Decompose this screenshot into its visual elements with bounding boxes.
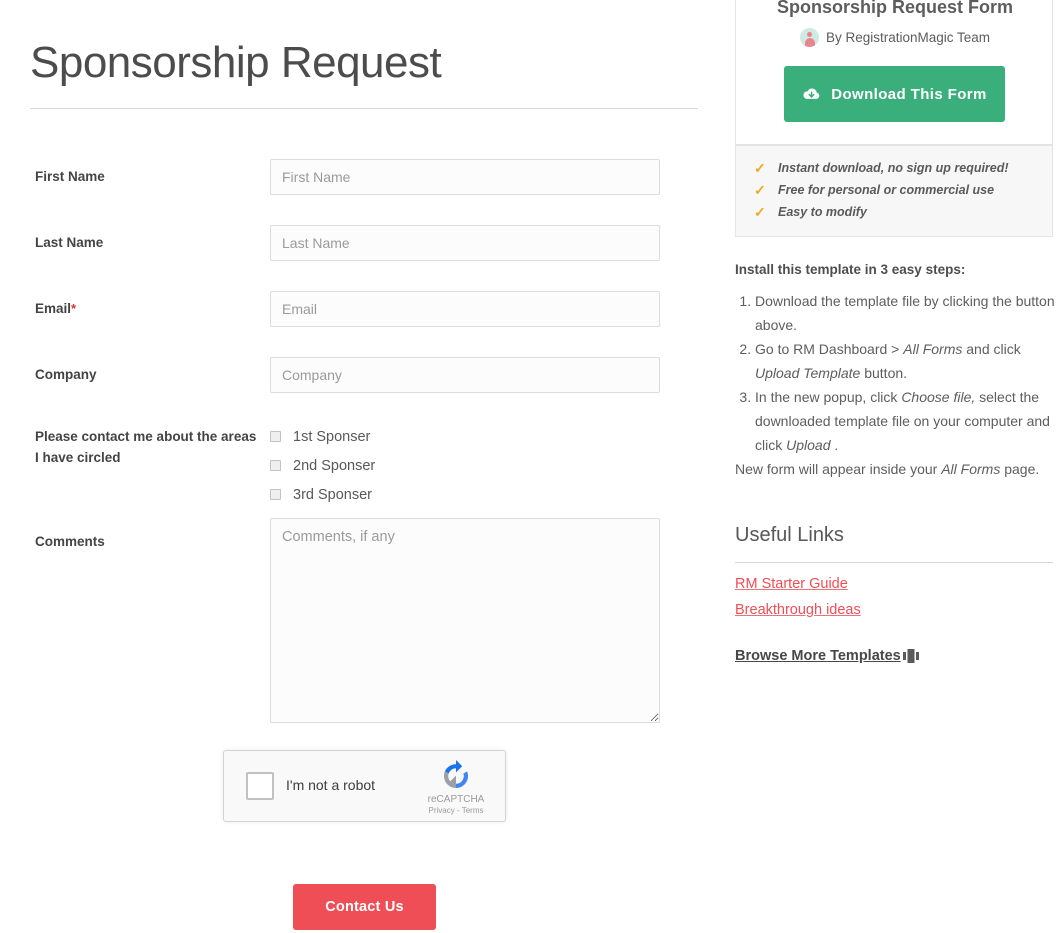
link-breakthrough-ideas[interactable]: Breakthrough ideas — [735, 602, 861, 618]
template-author-name: By RegistrationMagic Team — [825, 30, 991, 45]
install-footer-part-b: page. — [1000, 461, 1040, 477]
install-step-3-part-c: . — [830, 437, 839, 453]
recaptcha-label: I'm not a robot — [286, 777, 376, 793]
install-step-1: Download the template file by clicking t… — [755, 289, 1055, 337]
install-step-3-emphasis-1: Choose file, — [901, 389, 976, 405]
feature-text: Free for personal or commercial use — [778, 183, 995, 197]
recaptcha-brand-name: reCAPTCHA — [427, 794, 485, 805]
install-step-2-part-c: button. — [860, 365, 908, 381]
browse-more-templates-row[interactable]: Browse More Templates — [735, 648, 1055, 664]
page-title: Sponsorship Request — [30, 38, 442, 88]
checkbox-label: 3rd Sponser — [293, 486, 372, 503]
cloud-download-icon — [803, 88, 820, 99]
form-row-email: Email* — [0, 282, 720, 348]
label-sponsor-options: Please contact me about the areas I have… — [35, 429, 257, 465]
checkbox-box-icon[interactable] — [270, 489, 281, 500]
contact-us-submit-button[interactable]: Contact Us — [293, 884, 436, 930]
required-indicator: * — [71, 301, 77, 316]
main-content-column: Sponsorship Request First Name Last Name… — [0, 0, 720, 933]
form-row-first-name: First Name — [0, 150, 720, 216]
browse-more-templates-link[interactable]: Browse More Templates — [735, 648, 901, 664]
template-info-card: Sponsorship Request Form By Registration… — [735, 0, 1053, 145]
sponsorship-request-form: First Name Last Name Email* Company Plea… — [0, 150, 720, 734]
label-first-name: First Name — [35, 169, 105, 184]
install-footer-note: New form will appear inside your All For… — [735, 457, 1055, 481]
checkbox-box-icon[interactable] — [270, 431, 281, 442]
install-step-2-part-b: and click — [962, 341, 1021, 357]
label-company: Company — [35, 367, 97, 382]
install-step-2-part-a: Go to RM Dashboard > — [755, 341, 904, 357]
install-instructions: Install this template in 3 easy steps: D… — [735, 262, 1055, 481]
label-comments: Comments — [35, 534, 105, 549]
email-input[interactable] — [270, 291, 660, 327]
checkbox-1st-sponser[interactable]: 1st Sponser — [270, 422, 375, 451]
download-button-label: Download This Form — [831, 85, 987, 103]
install-step-2: Go to RM Dashboard > All Forms and click… — [755, 337, 1055, 385]
template-sidebar: Sponsorship Request Form By Registration… — [735, 0, 1053, 237]
feature-item: ✓ Easy to modify — [754, 202, 1052, 224]
feature-item: ✓ Free for personal or commercial use — [754, 180, 1052, 202]
template-features-list: ✓ Instant download, no sign up required!… — [735, 145, 1053, 237]
label-email: Email* — [35, 298, 260, 319]
last-name-input[interactable] — [270, 225, 660, 261]
checkbox-label: 1st Sponser — [293, 428, 371, 445]
author-avatar-icon — [799, 28, 819, 47]
install-step-3-emphasis-2: Upload — [786, 437, 831, 453]
label-email-text: Email — [35, 301, 72, 316]
sponsor-checkbox-group: 1st Sponser 2nd Sponser 3rd Sponser — [270, 422, 375, 509]
install-step-2-emphasis-2: Upload Template — [755, 365, 861, 381]
install-footer-emphasis: All Forms — [941, 461, 1001, 477]
feature-text: Easy to modify — [778, 205, 867, 219]
install-step-3-part-a: In the new popup, click — [755, 389, 902, 405]
comments-textarea[interactable] — [270, 518, 660, 723]
check-icon: ✓ — [754, 160, 766, 176]
templates-grid-icon — [902, 649, 919, 663]
recaptcha-branding: reCAPTCHA Privacy - Terms — [417, 759, 495, 816]
checkbox-box-icon[interactable] — [270, 460, 281, 471]
template-title: Sponsorship Request Form — [776, 0, 1014, 17]
first-name-input[interactable] — [270, 159, 660, 195]
install-footer-part-a: New form will appear inside your — [735, 461, 942, 477]
checkbox-label: 2nd Sponser — [293, 457, 376, 474]
title-divider — [30, 108, 698, 109]
form-row-last-name: Last Name — [0, 216, 720, 282]
install-step-2-emphasis-1: All Forms — [903, 341, 963, 357]
install-step-1-text: Download the template file by clicking t… — [755, 293, 1055, 333]
useful-links-heading: Useful Links — [735, 524, 844, 546]
useful-links-divider — [735, 562, 1053, 563]
check-icon: ✓ — [754, 182, 766, 198]
form-row-comments: Comments — [0, 518, 720, 734]
company-input[interactable] — [270, 357, 660, 393]
template-author-row: By RegistrationMagic Team — [736, 28, 1054, 47]
form-row-company: Company — [0, 348, 720, 414]
feature-text: Instant download, no sign up required! — [778, 161, 1009, 175]
install-heading: Install this template in 3 easy steps: — [735, 262, 966, 277]
recaptcha-checkbox[interactable] — [246, 772, 274, 800]
label-last-name: Last Name — [35, 235, 104, 250]
link-rm-starter-guide[interactable]: RM Starter Guide — [735, 576, 848, 592]
templates-grid-icon-svg — [902, 649, 919, 663]
useful-links-block: Useful Links RM Starter Guide Breakthrou… — [735, 522, 1055, 664]
feature-item: ✓ Instant download, no sign up required! — [754, 158, 1052, 180]
check-icon: ✓ — [754, 204, 766, 220]
recaptcha-legal-links[interactable]: Privacy - Terms — [417, 806, 495, 816]
checkbox-3rd-sponser[interactable]: 3rd Sponser — [270, 480, 375, 509]
download-this-form-button[interactable]: Download This Form — [784, 66, 1005, 122]
install-step-3: In the new popup, click Choose file, sel… — [755, 385, 1055, 457]
install-steps-list: Download the template file by clicking t… — [735, 289, 1055, 457]
recaptcha-logo-icon — [443, 760, 469, 788]
form-row-sponsor-options: Please contact me about the areas I have… — [0, 414, 720, 519]
recaptcha-widget[interactable]: I'm not a robot reCAPTCHA Privacy - Term… — [223, 750, 506, 822]
checkbox-2nd-sponser[interactable]: 2nd Sponser — [270, 451, 375, 480]
